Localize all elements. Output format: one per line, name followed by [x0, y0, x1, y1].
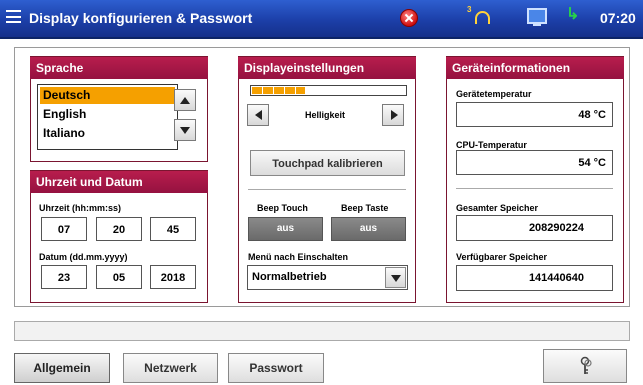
device-temp-label: Gerätetemperatur [456, 89, 532, 99]
screen: Display konfigurieren & Passwort 3 ↳ 07:… [0, 0, 643, 385]
arrow-down-icon [180, 127, 190, 134]
dropdown-button[interactable] [385, 267, 406, 288]
panel-header: Geräteinformationen [446, 57, 624, 79]
panel-header: Displayeinstellungen [238, 57, 416, 79]
time-label: Uhrzeit (hh:mm:ss) [39, 203, 122, 213]
arrow-up-icon [180, 97, 190, 104]
chevron-down-icon [391, 275, 401, 282]
date-label: Datum (dd.mm.yyyy) [39, 252, 128, 262]
arrow-right-icon [391, 110, 398, 120]
monitor-icon[interactable] [527, 8, 547, 26]
list-item-italiano[interactable]: Italiano [40, 125, 175, 142]
beep-taste-label: Beep Taste [341, 203, 389, 213]
key-button[interactable] [543, 349, 627, 383]
panel-header: Uhrzeit und Datum [30, 171, 208, 193]
error-icon[interactable] [400, 9, 418, 27]
calibrate-touchpad-button[interactable]: Touchpad kalibrieren [250, 150, 405, 176]
total-memory-label: Gesamter Speicher [456, 203, 539, 213]
startup-menu-value: Normalbetrieb [252, 271, 327, 283]
brightness-down-button[interactable] [247, 104, 269, 126]
tab-netzwerk[interactable]: Netzwerk [123, 353, 218, 383]
language-list[interactable]: Deutsch English Italiano [37, 84, 178, 150]
beep-taste-toggle[interactable]: aus [331, 217, 406, 241]
connection-arrow-icon: ↳ [566, 6, 580, 23]
beep-touch-toggle[interactable]: aus [248, 217, 323, 241]
hours-field[interactable]: 07 [41, 217, 87, 241]
user-level-number: 3 [467, 5, 472, 14]
day-field[interactable]: 23 [41, 265, 87, 289]
menu-after-startup-label: Menü nach Einschalten [248, 252, 349, 262]
free-memory-value: 141440640 [456, 265, 613, 291]
cpu-temp-value: 54 °C [456, 150, 613, 175]
cpu-temp-label: CPU-Temperatur [456, 140, 527, 150]
user-level-icon[interactable]: 3 [467, 5, 491, 29]
total-memory-value: 208290224 [456, 215, 613, 241]
bottom-tab-bar: Allgemein Netzwerk Passwort [0, 343, 643, 385]
scroll-down-button[interactable] [174, 119, 196, 141]
menu-icon[interactable] [6, 10, 21, 23]
free-memory-label: Verfügbarer Speicher [456, 252, 548, 262]
month-field[interactable]: 05 [96, 265, 142, 289]
beep-touch-label: Beep Touch [257, 203, 308, 213]
panel-header: Sprache [30, 57, 208, 79]
arrow-left-icon [255, 110, 262, 120]
brightness-fill [252, 87, 305, 94]
brightness-label: Helligkeit [305, 110, 346, 120]
status-bar [14, 321, 630, 341]
title-bar: Display konfigurieren & Passwort 3 ↳ 07:… [0, 0, 643, 39]
scroll-up-button[interactable] [174, 89, 196, 111]
divider [248, 189, 406, 190]
brightness-up-button[interactable] [382, 104, 404, 126]
seconds-field[interactable]: 45 [150, 217, 196, 241]
tab-passwort[interactable]: Passwort [228, 353, 324, 383]
key-icon [580, 356, 592, 374]
list-item-deutsch[interactable]: Deutsch [40, 87, 175, 104]
tab-allgemein[interactable]: Allgemein [14, 353, 110, 383]
divider [456, 188, 613, 189]
minutes-field[interactable]: 20 [96, 217, 142, 241]
year-field[interactable]: 2018 [150, 265, 196, 289]
device-temp-value: 48 °C [456, 102, 613, 127]
startup-menu-select[interactable]: Normalbetrieb [247, 265, 408, 290]
list-item-english[interactable]: English [40, 106, 175, 123]
window-title: Display konfigurieren & Passwort [29, 10, 253, 26]
brightness-bar [250, 85, 407, 96]
clock: 07:20 [600, 10, 636, 26]
